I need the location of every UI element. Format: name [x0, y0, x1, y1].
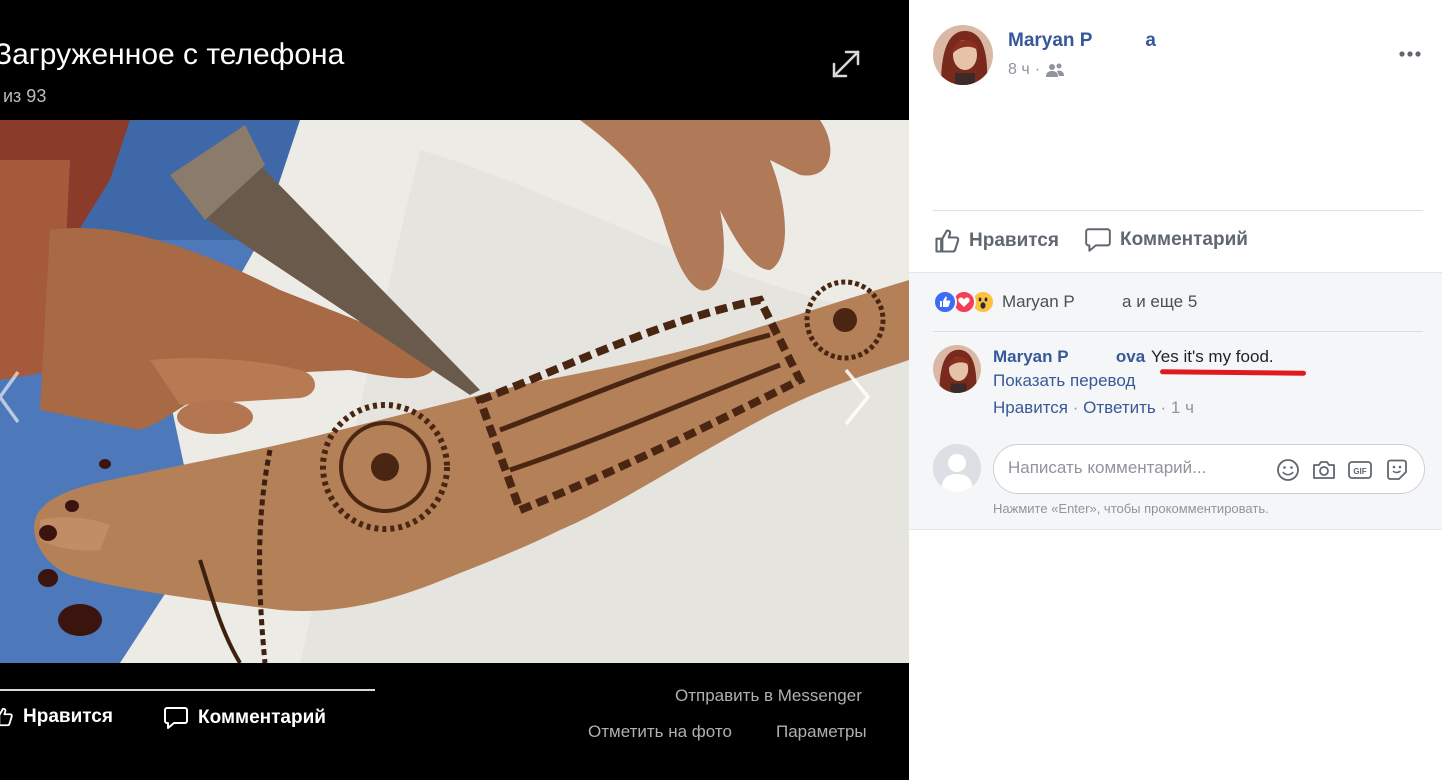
svg-text:GIF: GIF	[1353, 467, 1366, 476]
write-comment-box[interactable]: GIF	[993, 444, 1425, 494]
comment-icon	[1085, 228, 1111, 252]
previous-photo-icon[interactable]	[0, 362, 32, 432]
send-in-messenger-link[interactable]: Отправить в Messenger	[675, 686, 862, 706]
comment-time[interactable]: 1 ч	[1171, 398, 1194, 417]
comment-like-link[interactable]: Нравится	[993, 398, 1068, 417]
options-link[interactable]: Параметры	[776, 722, 867, 742]
post-like-button[interactable]: Нравится	[933, 227, 1059, 255]
viewer-like-label: Нравится	[23, 706, 113, 727]
commenter-avatar[interactable]	[933, 345, 981, 393]
emoji-icon[interactable]	[1275, 457, 1301, 483]
write-comment-input[interactable]	[1008, 458, 1268, 478]
next-photo-icon[interactable]	[836, 362, 876, 432]
actions-divider	[933, 210, 1423, 211]
like-icon	[0, 707, 13, 727]
comment-author[interactable]: Maryan P ova	[993, 347, 1145, 367]
post-panel: Maryan P a 8 ч · Нравится Комментарий Ma…	[909, 0, 1442, 780]
expand-icon[interactable]	[826, 44, 866, 84]
photo-counter: из 93	[3, 86, 47, 106]
photo-viewer: Загруженное с телефона из 93 Нравится Ко…	[0, 0, 909, 780]
meta-dot: ·	[1034, 61, 1041, 78]
comment-icon	[164, 707, 188, 729]
comment-actions-separator: ·	[1155, 398, 1171, 417]
viewer-like-button[interactable]: Нравится	[0, 706, 113, 728]
viewer-comment-label: Комментарий	[198, 707, 326, 728]
author-name[interactable]: Maryan P a	[1008, 30, 1156, 52]
sticker-icon[interactable]	[1384, 457, 1410, 483]
comment-text: Yes it's my food.	[1151, 347, 1274, 366]
more-icon[interactable]	[1397, 47, 1423, 61]
current-user-avatar[interactable]	[933, 444, 981, 492]
post-comment-button[interactable]: Комментарий	[1084, 227, 1248, 253]
friends-icon[interactable]	[1045, 62, 1065, 78]
reactors-text[interactable]: Maryan P a и еще 5	[1002, 292, 1197, 312]
comment-reply-link[interactable]: Ответить	[1083, 398, 1156, 417]
album-title: Загруженное с телефона	[0, 38, 345, 71]
red-underline-annotation	[1159, 369, 1307, 376]
camera-icon[interactable]	[1311, 457, 1337, 483]
post-comment-label: Комментарий	[1120, 229, 1248, 250]
tag-photo-link[interactable]: Отметить на фото	[588, 722, 732, 742]
gif-icon[interactable]: GIF	[1347, 457, 1373, 483]
henna-photo[interactable]	[0, 120, 909, 663]
post-like-label: Нравится	[969, 230, 1059, 251]
like-reaction-icon	[933, 290, 957, 314]
post-time[interactable]: 8 ч	[1008, 61, 1030, 79]
comment-actions: Нравится · Ответить · 1 ч	[993, 398, 1194, 418]
comment-actions-separator: ·	[1068, 398, 1084, 417]
viewer-divider	[0, 689, 375, 691]
show-translation-link[interactable]: Показать перевод	[993, 371, 1135, 391]
comments-divider	[933, 331, 1423, 332]
reactions-summary[interactable]: Maryan P a и еще 5	[933, 290, 1197, 314]
enter-hint: Нажмите «Enter», чтобы прокомментировать…	[993, 501, 1269, 516]
author-avatar[interactable]	[933, 25, 993, 85]
like-icon	[935, 229, 960, 253]
post-meta: 8 ч ·	[1008, 61, 1065, 79]
viewer-comment-button[interactable]: Комментарий	[163, 706, 326, 730]
comments-section: Maryan P a и еще 5 Maryan P ova Yes it's…	[909, 272, 1442, 530]
